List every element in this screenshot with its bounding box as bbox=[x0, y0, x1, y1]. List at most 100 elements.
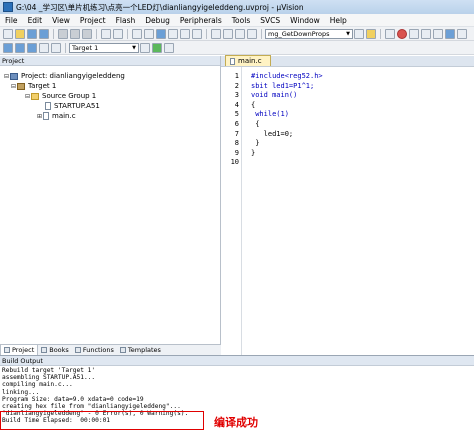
indent-icon[interactable] bbox=[211, 28, 221, 39]
menu-peripherals[interactable]: Peripherals bbox=[175, 14, 227, 27]
templates-icon bbox=[119, 347, 126, 353]
find-in-files-icon[interactable] bbox=[354, 28, 364, 39]
menu-help[interactable]: Help bbox=[325, 14, 352, 27]
functions-icon bbox=[74, 347, 81, 353]
tree-item-source-group[interactable]: ⊟ Source Group 1 bbox=[0, 91, 220, 101]
tree-item-main-c[interactable]: ⊞ main.c bbox=[0, 111, 220, 121]
file-extensions-icon[interactable] bbox=[164, 42, 174, 53]
open-file-icon[interactable] bbox=[15, 28, 25, 39]
save-all-icon[interactable] bbox=[39, 28, 49, 39]
disable-all-breakpoints-icon[interactable] bbox=[433, 28, 443, 39]
chevron-down-icon: ▼ bbox=[346, 30, 350, 37]
menu-tools[interactable]: Tools bbox=[227, 14, 255, 27]
tree-item-label: main.c bbox=[52, 112, 76, 120]
target-select[interactable]: Target 1 ▼ bbox=[69, 42, 139, 53]
project-panel-tabs: Project Books Functions Templates bbox=[0, 344, 221, 356]
unindent-icon[interactable] bbox=[223, 28, 233, 39]
tab-project[interactable]: Project bbox=[0, 344, 39, 356]
chevron-down-icon: ▼ bbox=[132, 44, 136, 51]
next-bookmark-icon[interactable] bbox=[180, 28, 190, 39]
disable-breakpoint-icon[interactable] bbox=[409, 28, 419, 39]
editor-tab-label: main.c bbox=[238, 57, 262, 65]
code-line[interactable]: void main() bbox=[251, 91, 297, 101]
code-line[interactable]: } bbox=[251, 149, 255, 159]
comment-icon[interactable] bbox=[235, 28, 245, 39]
code-line[interactable]: } bbox=[251, 139, 259, 149]
editor-tab-main-c[interactable]: main.c bbox=[225, 55, 271, 66]
project-icon bbox=[10, 72, 18, 80]
batch-build-icon[interactable] bbox=[39, 42, 49, 53]
build-log-line: compiling main.c... bbox=[2, 381, 73, 389]
configure-icon[interactable] bbox=[457, 28, 467, 39]
code-line[interactable]: led1=0; bbox=[251, 130, 294, 140]
project-tree: ⊟ Project: dianliangyigeleddeng ⊟ Target… bbox=[0, 66, 220, 121]
translate-icon[interactable] bbox=[3, 42, 13, 53]
undo-icon[interactable] bbox=[101, 28, 111, 39]
code-line[interactable]: sbit led1=P1^1; bbox=[251, 82, 314, 92]
menu-svcs[interactable]: SVCS bbox=[255, 14, 285, 27]
expand-icon[interactable]: ⊞ bbox=[36, 113, 43, 120]
clear-bookmarks-icon[interactable] bbox=[192, 28, 202, 39]
build-icon[interactable] bbox=[15, 42, 25, 53]
code-line[interactable]: { bbox=[251, 120, 259, 130]
toolbar-separator bbox=[127, 28, 128, 39]
menu-file[interactable]: File bbox=[0, 14, 23, 27]
tab-label: Functions bbox=[82, 346, 114, 354]
tab-label: Project bbox=[12, 346, 35, 354]
breakpoint-icon[interactable] bbox=[397, 28, 407, 39]
build-output-log[interactable]: Rebuild target 'Target 1' assembling STA… bbox=[2, 367, 202, 444]
build-output-header: Build Output bbox=[0, 356, 474, 366]
code-line[interactable]: { bbox=[251, 101, 255, 111]
new-file-icon[interactable] bbox=[3, 28, 13, 39]
toolbar-separator bbox=[96, 28, 97, 39]
rebuild-icon[interactable] bbox=[27, 42, 37, 53]
code-line[interactable]: while(1) bbox=[251, 110, 289, 120]
collapse-icon[interactable]: ⊟ bbox=[24, 93, 31, 100]
code-editor[interactable]: 1 #include<reg52.h> 2 sbit led1=P1^1; 3 … bbox=[221, 67, 474, 355]
menu-project[interactable]: Project bbox=[75, 14, 111, 27]
folder-icon bbox=[31, 92, 39, 100]
menu-view[interactable]: View bbox=[47, 14, 75, 27]
tree-item-label: Project: dianliangyigeleddeng bbox=[21, 72, 125, 80]
bookmark-icon[interactable] bbox=[156, 28, 166, 39]
build-log-line: assembling STARTUP.A51... bbox=[2, 374, 96, 382]
line-number: 3 bbox=[234, 91, 239, 100]
line-number: 7 bbox=[234, 129, 239, 138]
tab-functions[interactable]: Functions bbox=[72, 345, 117, 356]
find-icon[interactable] bbox=[366, 28, 376, 39]
tab-books[interactable]: Books bbox=[38, 345, 72, 356]
tree-item-project[interactable]: ⊟ Project: dianliangyigeleddeng bbox=[0, 71, 220, 81]
menu-flash[interactable]: Flash bbox=[111, 14, 141, 27]
code-line[interactable]: #include<reg52.h> bbox=[251, 72, 323, 82]
stop-build-icon[interactable] bbox=[51, 42, 61, 53]
tree-item-startup[interactable]: STARTUP.A51 bbox=[0, 101, 220, 111]
cut-icon[interactable] bbox=[58, 28, 68, 39]
tree-item-target[interactable]: ⊟ Target 1 bbox=[0, 81, 220, 91]
kill-breakpoints-icon[interactable] bbox=[421, 28, 431, 39]
target-options-icon[interactable] bbox=[140, 42, 150, 53]
books-icon bbox=[41, 347, 48, 353]
debug-session-icon[interactable] bbox=[385, 28, 395, 39]
save-icon[interactable] bbox=[27, 28, 37, 39]
collapse-icon[interactable]: ⊟ bbox=[10, 83, 17, 90]
prev-bookmark-icon[interactable] bbox=[168, 28, 178, 39]
menu-edit[interactable]: Edit bbox=[23, 14, 48, 27]
toolbar-separator bbox=[53, 28, 54, 39]
nav-back-icon[interactable] bbox=[132, 28, 142, 39]
project-tab-icon bbox=[4, 347, 10, 353]
uvision-app-icon bbox=[3, 2, 13, 12]
paste-icon[interactable] bbox=[82, 28, 92, 39]
manage-components-icon[interactable] bbox=[152, 42, 162, 53]
window-layout-icon[interactable] bbox=[445, 28, 455, 39]
redo-icon[interactable] bbox=[113, 28, 123, 39]
collapse-icon[interactable]: ⊟ bbox=[3, 73, 10, 80]
menu-window[interactable]: Window bbox=[285, 14, 325, 27]
tab-templates[interactable]: Templates bbox=[117, 345, 164, 356]
menu-debug[interactable]: Debug bbox=[140, 14, 175, 27]
tree-item-label: Source Group 1 bbox=[42, 92, 97, 100]
build-log-line: linking... bbox=[2, 388, 40, 396]
nav-forward-icon[interactable] bbox=[144, 28, 154, 39]
copy-icon[interactable] bbox=[70, 28, 80, 39]
find-combobox[interactable]: mg_GetDownProps ▼ bbox=[265, 28, 353, 39]
uncomment-icon[interactable] bbox=[247, 28, 257, 39]
